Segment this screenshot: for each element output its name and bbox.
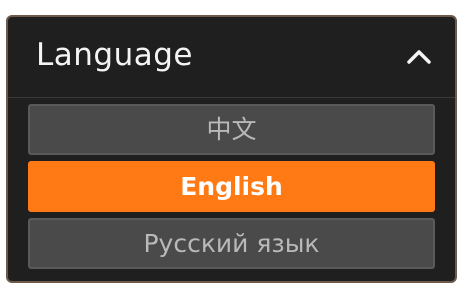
language-options-list: 中文 English Русский язык: [28, 104, 435, 275]
language-dropdown-header[interactable]: Language: [8, 17, 455, 98]
chevron-up-icon[interactable]: [405, 45, 433, 67]
language-option-russian[interactable]: Русский язык: [28, 218, 435, 269]
language-title: Language: [36, 37, 193, 73]
language-option-chinese[interactable]: 中文: [28, 104, 435, 155]
language-option-english[interactable]: English: [28, 161, 435, 212]
language-dropdown: Language 中文 English Русский язык: [6, 15, 457, 283]
